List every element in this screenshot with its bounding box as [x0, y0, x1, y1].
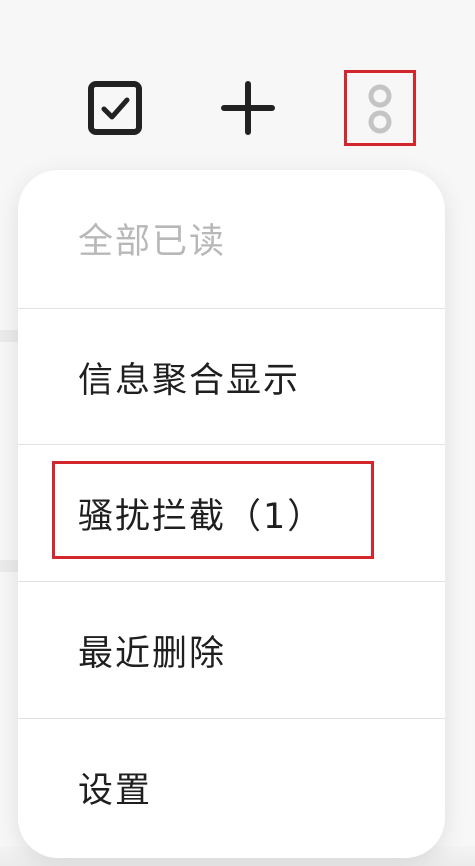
top-toolbar — [0, 0, 475, 170]
overflow-menu: 全部已读 信息聚合显示 骚扰拦截（1） 最近删除 设置 — [18, 170, 445, 858]
more-options-button[interactable] — [344, 70, 416, 146]
select-button[interactable] — [80, 70, 150, 146]
menu-item-mark-all-read: 全部已读 — [78, 222, 227, 262]
more-vertical-icon — [368, 84, 392, 134]
background-content — [0, 560, 20, 572]
menu-item-recently-deleted[interactable]: 最近删除 — [18, 582, 445, 719]
menu-item-message-aggregation[interactable]: 信息聚合显示 — [18, 309, 445, 446]
add-button[interactable] — [213, 70, 283, 146]
checkbox-icon — [88, 81, 142, 135]
menu-item-spam-blocking[interactable]: 骚扰拦截（1） — [18, 445, 445, 582]
menu-item-settings[interactable]: 设置 — [18, 719, 445, 856]
plus-icon — [221, 81, 275, 135]
